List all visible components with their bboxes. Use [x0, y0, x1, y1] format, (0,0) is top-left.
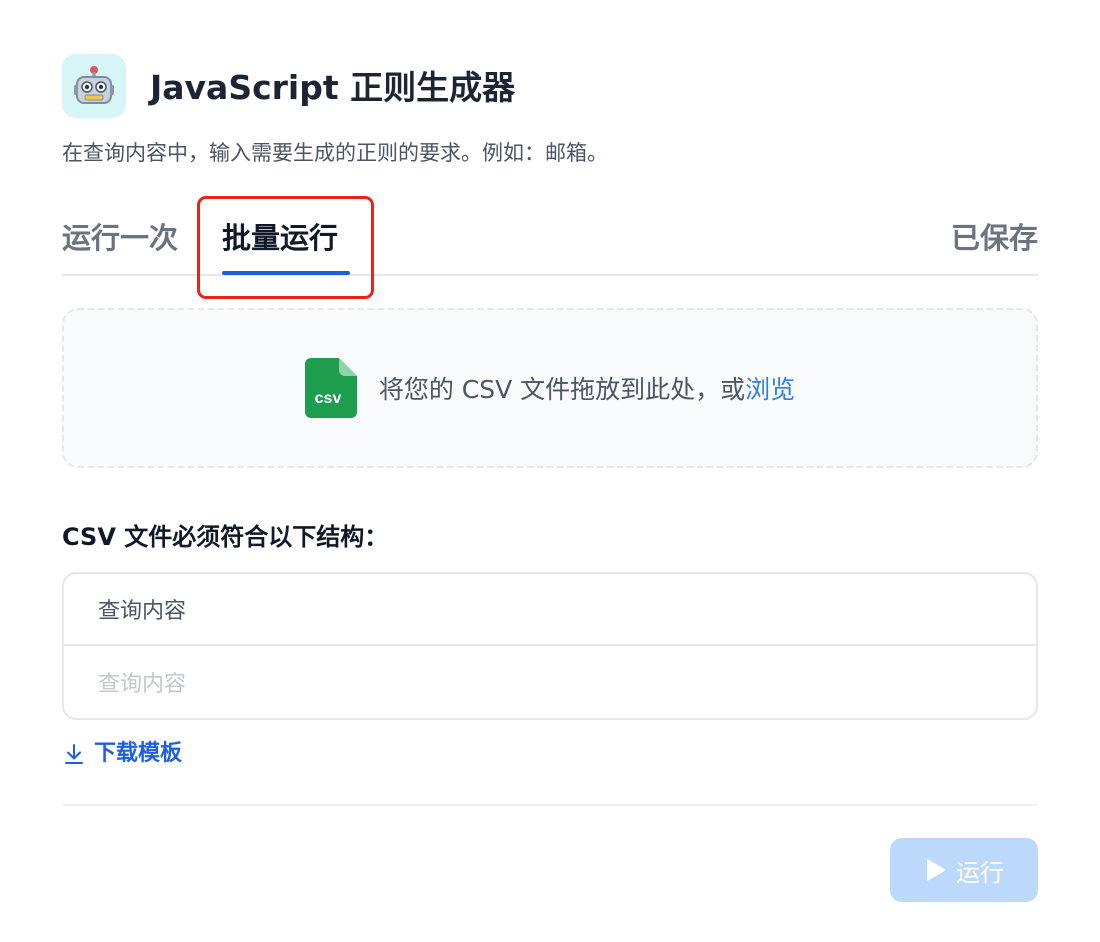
browse-link[interactable]: 浏览	[745, 375, 795, 404]
app-icon	[62, 54, 126, 118]
csv-structure-table: 查询内容 查询内容	[62, 572, 1038, 720]
csv-dropzone[interactable]: csv 将您的 CSV 文件拖放到此处，或浏览	[62, 308, 1038, 468]
csv-icon-text: csv	[314, 390, 341, 407]
tab-saved[interactable]: 已保存	[951, 216, 1038, 260]
structure-placeholder-cell: 查询内容	[98, 672, 187, 697]
run-button[interactable]: 运行	[890, 838, 1038, 902]
tab-run-once[interactable]: 运行一次	[62, 216, 178, 260]
page-title: JavaScript 正则生成器	[150, 68, 516, 107]
play-icon	[927, 859, 945, 881]
download-template-label: 下载模板	[94, 741, 183, 766]
page-description: 在查询内容中，输入需要生成的正则的要求。例如：邮箱。	[62, 141, 608, 165]
csv-structure-title: CSV 文件必须符合以下结构：	[62, 523, 389, 551]
divider	[62, 804, 1038, 806]
dropzone-instruction: 将您的 CSV 文件拖放到此处，或	[378, 375, 746, 404]
run-button-label: 运行	[956, 858, 1004, 887]
robot-icon	[74, 66, 114, 104]
active-tab-indicator	[222, 271, 350, 275]
tab-bar: 运行一次 批量运行 已保存	[62, 210, 1038, 276]
csv-file-icon: csv	[304, 358, 357, 418]
tab-batch-run[interactable]: 批量运行	[222, 216, 338, 260]
dropzone-text: 将您的 CSV 文件拖放到此处，或浏览	[379, 370, 795, 406]
structure-header-cell: 查询内容	[64, 574, 1036, 646]
download-template-link[interactable]: 下载模板	[62, 738, 182, 770]
download-icon	[65, 744, 83, 764]
